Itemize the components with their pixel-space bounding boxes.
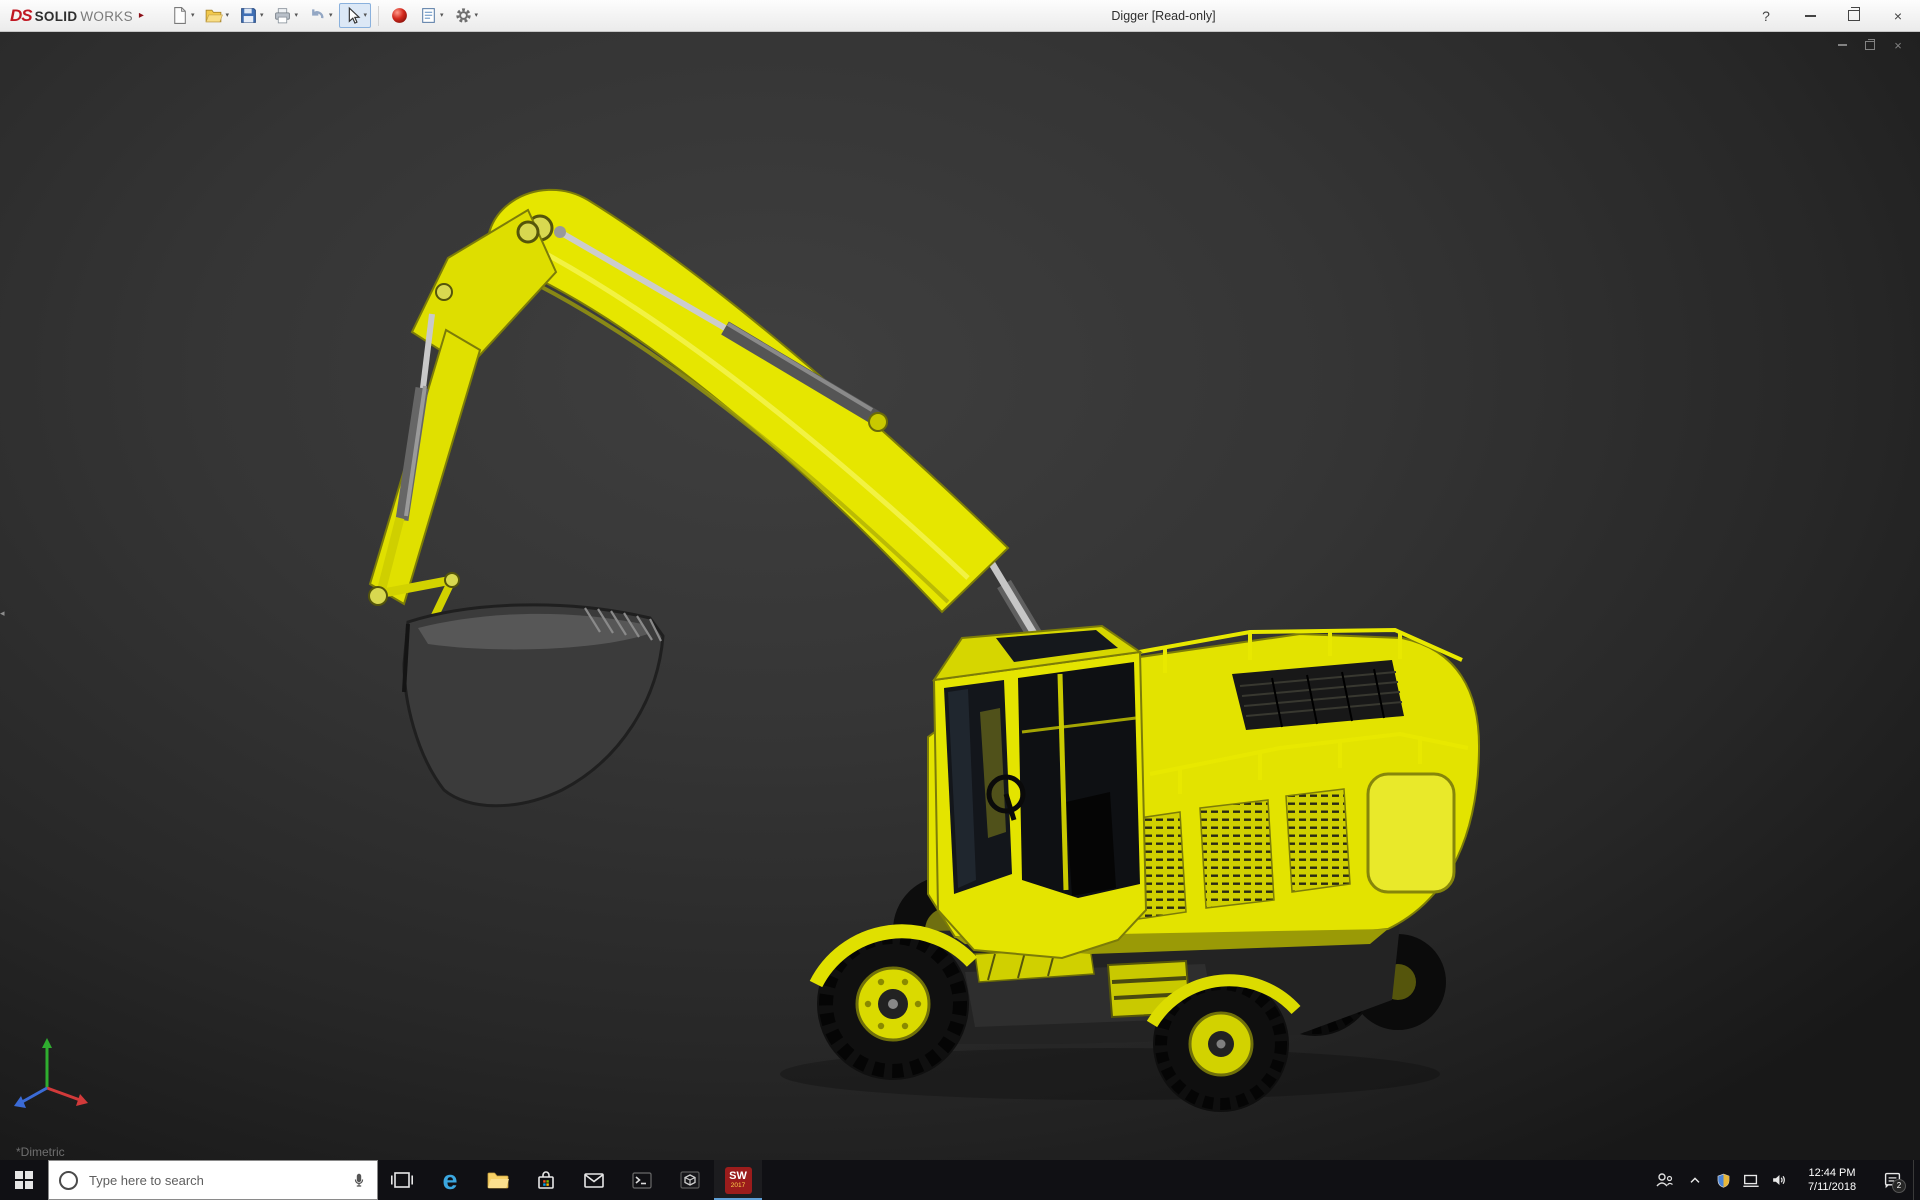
- titlebar[interactable]: DS SOLID WORKS ▸ ▾ ▾: [0, 0, 1920, 32]
- help-button[interactable]: ?: [1744, 0, 1788, 31]
- taskbar-clock[interactable]: 12:44 PM 7/11/2018: [1793, 1160, 1871, 1200]
- dropdown-caret-icon[interactable]: ▾: [260, 12, 264, 19]
- dropdown-caret-icon[interactable]: ▾: [440, 12, 444, 19]
- start-button[interactable]: [0, 1160, 48, 1200]
- document-minimize-button[interactable]: [1834, 38, 1850, 52]
- mail-icon: [582, 1168, 606, 1192]
- window-controls: ? ×: [1744, 0, 1920, 31]
- restore-button[interactable]: [1832, 0, 1876, 31]
- system-tray: 12:44 PM 7/11/2018 2: [1647, 1160, 1920, 1200]
- document-restore-button[interactable]: [1862, 38, 1878, 52]
- minimize-icon: [1838, 44, 1847, 46]
- document-close-button[interactable]: ×: [1890, 38, 1906, 52]
- people-button[interactable]: [1647, 1160, 1681, 1200]
- new-document-icon: [170, 6, 189, 25]
- view-orientation-label: *Dimetric: [16, 1145, 65, 1159]
- new-document-button[interactable]: ▾: [166, 3, 199, 28]
- toolbar-separator: [378, 6, 379, 26]
- restore-icon: [1865, 41, 1875, 50]
- open-folder-icon: [204, 6, 223, 25]
- options-gear-icon: [454, 6, 473, 25]
- dropdown-caret-icon[interactable]: ▾: [364, 12, 368, 19]
- volume-button[interactable]: [1765, 1160, 1793, 1200]
- cortana-icon: [59, 1171, 78, 1190]
- task-view-icon: [390, 1168, 414, 1192]
- search-input[interactable]: [87, 1172, 342, 1189]
- defender-button[interactable]: [1709, 1160, 1737, 1200]
- quick-access-toolbar: ▾ ▾ ▾: [166, 0, 482, 31]
- minimize-icon: [1805, 15, 1816, 17]
- solidworks-window: DS SOLID WORKS ▸ ▾ ▾: [0, 0, 1920, 1200]
- clock-date: 7/11/2018: [1808, 1180, 1856, 1194]
- stick-arm[interactable]: [370, 210, 556, 604]
- network-icon: [1742, 1171, 1760, 1189]
- file-properties-icon: [419, 6, 438, 25]
- select-cursor-icon: [343, 6, 362, 25]
- orientation-triad[interactable]: [14, 1038, 88, 1108]
- task-view-button[interactable]: [378, 1160, 426, 1200]
- appearance-button[interactable]: [386, 3, 413, 28]
- taskbar-search[interactable]: [48, 1160, 378, 1200]
- dropdown-caret-icon[interactable]: ▾: [294, 12, 298, 19]
- windows-taskbar: e: [0, 1160, 1920, 1200]
- solidworks-2017-icon: SW 2017: [725, 1167, 752, 1194]
- minimize-button[interactable]: [1788, 0, 1832, 31]
- dropdown-caret-icon[interactable]: ▾: [329, 12, 333, 19]
- cab[interactable]: [934, 626, 1146, 958]
- network-button[interactable]: [1737, 1160, 1765, 1200]
- people-icon: [1654, 1170, 1674, 1190]
- document-window-controls: ×: [1834, 38, 1906, 52]
- save-button[interactable]: ▾: [235, 3, 268, 28]
- bucket[interactable]: [404, 605, 663, 806]
- ds-logo-icon: DS: [10, 6, 32, 26]
- chevron-up-icon: [1687, 1172, 1703, 1188]
- collapse-arrow-icon: ◂: [0, 608, 5, 619]
- file-properties-button[interactable]: ▾: [415, 3, 448, 28]
- show-desktop-button[interactable]: [1913, 1160, 1920, 1200]
- solidworks-logo: DS SOLID WORKS ▸: [0, 6, 150, 26]
- options-button[interactable]: ▾: [450, 3, 483, 28]
- save-floppy-icon: [239, 6, 258, 25]
- dropdown-caret-icon[interactable]: ▾: [225, 12, 229, 19]
- command-prompt-button[interactable]: [618, 1160, 666, 1200]
- 3d-viewer-icon: [678, 1168, 702, 1192]
- undo-button[interactable]: ▾: [304, 3, 337, 28]
- microsoft-store-button[interactable]: [522, 1160, 570, 1200]
- solidworks-app-button[interactable]: SW 2017: [714, 1160, 762, 1200]
- windows-logo-icon: [15, 1171, 33, 1189]
- restore-icon: [1848, 10, 1860, 21]
- mail-button[interactable]: [570, 1160, 618, 1200]
- close-button[interactable]: ×: [1876, 0, 1920, 31]
- brand-name-bold: SOLID: [35, 9, 78, 24]
- 3d-viewer-button[interactable]: [666, 1160, 714, 1200]
- shield-icon: [1715, 1172, 1732, 1189]
- select-tool-button[interactable]: ▾: [339, 3, 372, 28]
- appearance-sphere-icon: [390, 6, 409, 25]
- open-button[interactable]: ▾: [200, 3, 233, 28]
- microphone-icon[interactable]: [351, 1172, 367, 1188]
- dropdown-caret-icon[interactable]: ▾: [191, 12, 195, 19]
- brand-name-light: WORKS: [80, 9, 133, 24]
- menu-flyout-arrow-icon[interactable]: ▸: [139, 10, 144, 21]
- edge-browser-button[interactable]: e: [426, 1160, 474, 1200]
- file-explorer-icon: [485, 1168, 511, 1192]
- viewport-3d[interactable]: × ◂ *Dimetric: [0, 32, 1920, 1160]
- dropdown-caret-icon[interactable]: ▾: [475, 12, 479, 19]
- notification-badge: 2: [1892, 1179, 1906, 1193]
- microsoft-store-icon: [534, 1168, 558, 1192]
- hidden-icons-button[interactable]: [1681, 1160, 1709, 1200]
- clock-time: 12:44 PM: [1808, 1166, 1855, 1180]
- model-canvas[interactable]: [0, 32, 1920, 1160]
- command-prompt-icon: [630, 1168, 654, 1192]
- collapse-panel-tab[interactable]: ◂: [0, 598, 11, 628]
- volume-icon: [1770, 1171, 1788, 1189]
- print-button[interactable]: ▾: [269, 3, 302, 28]
- undo-arrow-icon: [308, 6, 327, 25]
- file-explorer-button[interactable]: [474, 1160, 522, 1200]
- print-icon: [273, 6, 292, 25]
- document-title: Digger [Read-only]: [1111, 9, 1215, 23]
- action-center-button[interactable]: 2: [1871, 1160, 1913, 1200]
- boom-arm[interactable]: [487, 190, 1008, 612]
- edge-icon: e: [442, 1167, 457, 1194]
